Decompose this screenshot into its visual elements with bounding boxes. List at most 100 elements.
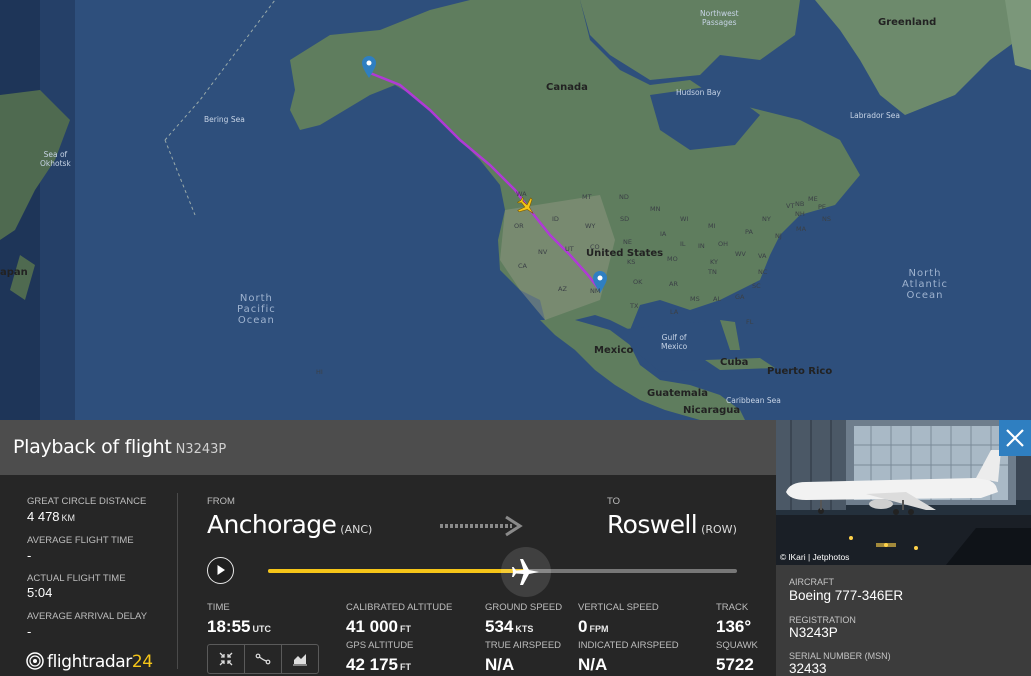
state-label: MT [582,193,592,201]
to-label: TO [607,496,621,507]
squawk-value: 5722 [716,655,754,674]
state-label: WV [735,250,746,258]
state-label: SC [752,282,761,290]
aircraft-photo[interactable]: © lKari | Jetphotos [776,420,1031,565]
playback-scrubber[interactable] [500,547,551,597]
time-label: TIME [207,602,230,613]
state-label: AL [713,295,722,303]
play-button[interactable] [207,557,234,584]
state-label: UT [565,245,574,253]
track-label: TRACK [716,602,749,613]
route-arrow-icon [440,515,523,537]
sea-label-gulf-mexico: Gulf of Mexico [661,333,688,351]
state-label: LA [670,308,679,316]
radar-icon [26,652,44,670]
state-label: MO [667,255,678,263]
ground-speed-label: GROUND SPEED [485,602,563,613]
ocean-label-north-pacific: North Pacific Ocean [237,293,276,326]
gps-altitude-label: GPS ALTITUDE [346,640,414,651]
avg-flight-time-label: AVERAGE FLIGHT TIME [27,535,134,546]
state-label: NE [623,238,632,246]
avg-arrival-delay-label: AVERAGE ARRIVAL DELAY [27,611,148,622]
state-label: IL [680,240,686,248]
registration-value: N3243P [789,625,838,640]
route-view-button[interactable] [245,645,282,673]
center-view-button[interactable] [208,645,245,673]
to-city[interactable]: Roswell (ROW) [607,510,737,539]
state-label: MI [708,222,716,230]
state-label: IA [660,230,667,238]
state-label: MN [650,205,661,213]
play-icon [217,565,225,575]
area-chart-icon [293,654,307,666]
state-label: NC [758,268,768,276]
registration-label: REGISTRATION [789,615,856,625]
country-label-nicaragua: Nicaragua [683,405,741,416]
calibrated-altitude-unit: FT [400,624,411,634]
time-number: 18:55 [207,617,251,636]
scrubber-plane-icon [511,559,539,585]
state-label: ME [808,195,818,203]
sea-label-labrador: Labrador Sea [850,111,901,120]
country-label-japan: apan [0,267,28,278]
altitude-graph-button[interactable] [282,645,318,673]
route-icon [255,653,271,665]
aircraft-info-panel: © lKari | Jetphotos AIRCRAFT Boeing 777-… [776,420,1031,676]
state-label: CO [590,243,600,251]
state-label: NH [795,210,805,218]
state-label: GA [735,293,745,301]
map-tools-toolbar [207,644,319,674]
ocean-label-north-atlantic: North Atlantic Ocean [902,268,949,301]
country-label-mexico: Mexico [594,345,634,356]
country-label-greenland: Greenland [878,17,937,28]
state-label: WY [585,222,596,230]
aircraft-photo-image [776,420,1031,565]
great-circle-distance-value: 4 478 KM [27,509,75,524]
state-label: CA [518,262,527,270]
aircraft-type-label: AIRCRAFT [789,577,834,587]
avg-arrival-delay-value: - [27,624,32,639]
state-label: NV [538,248,548,256]
state-label: MA [796,225,807,233]
photo-credit[interactable]: © lKari | Jetphotos [780,552,849,562]
state-label: KY [710,258,719,266]
flightradar24-logo[interactable]: flightradar24 [26,652,153,672]
great-circle-distance-unit: KM [61,513,76,523]
compress-arrows-icon [219,652,233,666]
gps-altitude-number: 42 175 [346,655,398,674]
indicated-airspeed-value: N/A [578,655,608,674]
panel-title-text: Playback of flight [13,436,172,458]
state-label: WI [680,215,689,223]
state-label: KS [627,258,636,266]
close-button[interactable] [999,420,1031,456]
sea-label-nw-passages: Northwest Passages [700,9,739,27]
from-city[interactable]: Anchorage (ANC) [207,510,372,539]
playback-progress-fill [268,569,526,573]
from-airport-code: (ANC) [340,523,373,536]
state-label: FL [746,318,754,326]
vertical-speed-number: 0 [578,617,588,636]
flight-playback-panel: Playback of flight N3243P GREAT CIRCLE DI… [0,420,776,676]
time-value: 18:55 UTC [207,617,271,637]
state-label: MS [690,295,700,303]
state-label: ND [619,193,629,201]
state-label: IN [698,242,705,250]
vertical-speed-label: VERTICAL SPEED [578,602,659,613]
ground-speed-value: 534 KTS [485,617,533,637]
state-label: AR [669,280,678,288]
country-label-guatemala: Guatemala [647,388,708,399]
actual-flight-time-value: 5:04 [27,585,53,600]
vertical-speed-value: 0 FPM [578,617,608,637]
true-airspeed-value: N/A [485,655,515,674]
ground-speed-number: 534 [485,617,514,636]
sea-label-bering: Bering Sea [204,115,245,124]
state-label: VA [758,252,767,260]
state-label: NM [590,287,601,295]
to-airport-code: (ROW) [701,523,737,536]
state-label: TX [630,302,639,310]
to-city-name: Roswell [607,510,698,539]
sea-label-hudson: Hudson Bay [676,88,721,97]
close-icon [1006,429,1024,447]
state-label: NB [795,200,805,208]
state-label: NS [822,215,831,223]
